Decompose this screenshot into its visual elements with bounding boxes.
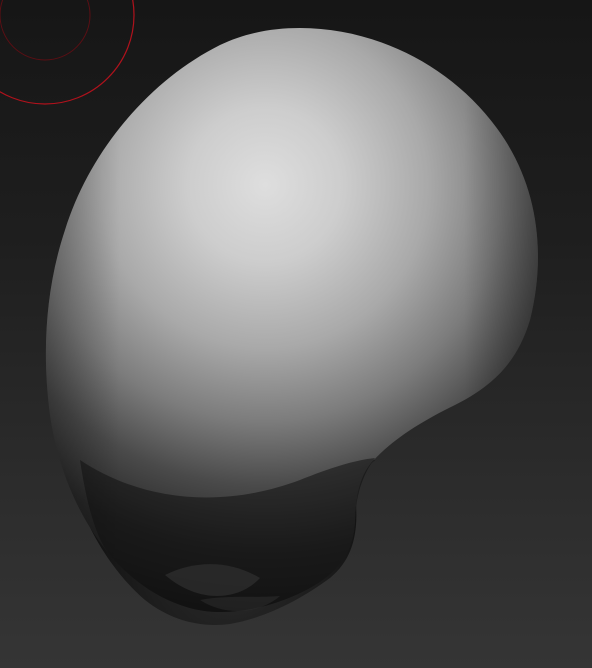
brush-cursor-icon — [0, 0, 135, 105]
brush-inner-ring — [0, 0, 91, 61]
sculpt-mesh[interactable] — [45, 28, 538, 625]
sculpt-viewport[interactable] — [0, 0, 592, 668]
viewport-canvas[interactable] — [0, 0, 592, 668]
